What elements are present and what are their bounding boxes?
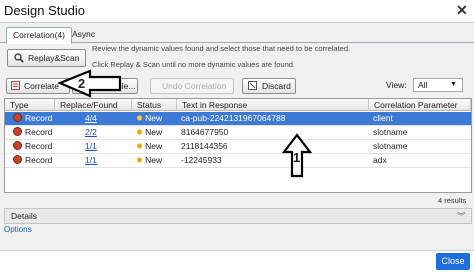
annotation-overlay bbox=[57, 69, 313, 178]
annotation-arrow-2 bbox=[57, 69, 122, 98]
annotation-number-2: 2 bbox=[78, 76, 86, 91]
annotation-number-1: 1 bbox=[293, 150, 301, 165]
